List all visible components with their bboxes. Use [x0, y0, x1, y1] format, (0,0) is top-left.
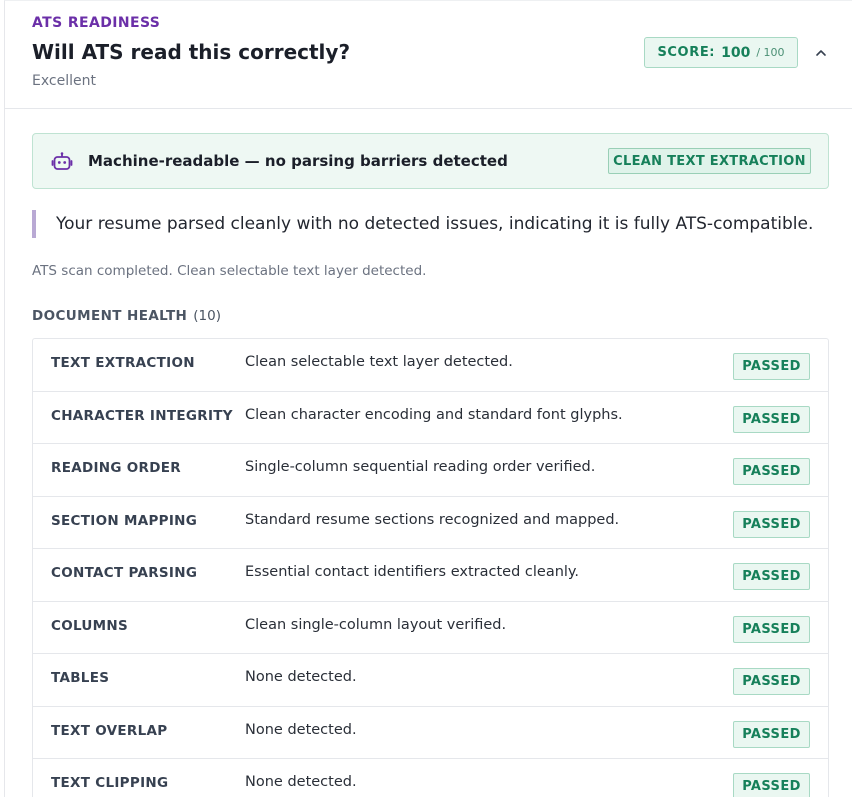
check-name: TABLES [51, 670, 110, 686]
table-row: READING ORDER Single-column sequential re… [33, 444, 828, 497]
check-description: None detected. [245, 721, 357, 738]
table-row: TABLES None detected. PASSED [33, 654, 828, 707]
status-badge: PASSED [733, 353, 810, 380]
status-badge: PASSED [733, 563, 810, 590]
summary-quote: Your resume parsed cleanly with no detec… [32, 210, 822, 238]
banner-message: Machine-readable — no parsing barriers d… [88, 152, 508, 170]
check-name: TEXT EXTRACTION [51, 355, 195, 371]
robot-icon [51, 152, 73, 170]
score-label: SCORE: [657, 45, 716, 60]
status-badge: PASSED [733, 615, 810, 643]
status-badge: PASSED [733, 773, 810, 797]
table-row: TEXT EXTRACTION Clean selectable text lay… [33, 339, 828, 392]
check-description: Standard resume sections recognized and … [245, 511, 620, 528]
check-name: CHARACTER INTEGRITY [51, 407, 233, 424]
status-badge: PASSED [733, 720, 810, 748]
check-name: COLUMNS [51, 617, 129, 634]
table-row: CHARACTER INTEGRITY Clean character encod… [33, 392, 828, 444]
status-badge: PASSED [733, 668, 810, 695]
ats-readiness-panel: ATS READINESS Will ATS read this correct… [4, 0, 852, 797]
collapse-button[interactable] [811, 43, 831, 63]
table-row: SECTION MAPPING Standard resume sections … [33, 497, 828, 549]
panel-header[interactable]: ATS READINESS Will ATS read this correct… [5, 1, 852, 109]
check-description: Clean character encoding and standard fo… [245, 406, 623, 423]
chevron-up-icon [816, 50, 826, 56]
machine-readable-banner: Machine-readable — no parsing barriers d… [32, 133, 829, 189]
table-row: COLUMNS Clean single-column layout verifi… [33, 602, 828, 654]
scan-status: ATS scan completed. Clean selectable tex… [32, 263, 427, 279]
status-badge: PASSED [733, 458, 810, 485]
table-row: CONTACT PARSING Essential contact identif… [33, 549, 828, 602]
table-row: TEXT OVERLAP None detected. PASSED [33, 707, 828, 759]
score-rating: Excellent [32, 73, 96, 89]
check-name: READING ORDER [51, 460, 181, 476]
check-name: SECTION MAPPING [51, 512, 198, 529]
document-health-count: (10) [193, 308, 221, 324]
check-description: None detected. [245, 669, 357, 685]
table-row: TEXT CLIPPING None detected. PASSED [33, 759, 828, 797]
check-description: None detected. [245, 774, 357, 790]
document-health-heading: DOCUMENT HEALTH (10) [32, 308, 221, 324]
score-max: / 100 [756, 46, 785, 59]
status-badge: PASSED [733, 405, 810, 433]
check-name: TEXT OVERLAP [51, 722, 168, 739]
check-name: TEXT CLIPPING [51, 775, 169, 791]
clean-text-badge: CLEAN TEXT EXTRACTION [608, 148, 811, 174]
check-description: Clean single-column layout verified. [245, 616, 507, 633]
score-value: 100 [721, 44, 751, 61]
document-health-table: TEXT EXTRACTION Clean selectable text lay… [32, 338, 829, 797]
check-name: CONTACT PARSING [51, 565, 198, 581]
section-eyebrow: ATS READINESS [32, 15, 161, 31]
check-description: Single-column sequential reading order v… [245, 459, 596, 475]
panel-title: Will ATS read this correctly? [32, 40, 351, 64]
score-badge: SCORE: 100 / 100 [644, 37, 798, 68]
document-health-title: DOCUMENT HEALTH [32, 308, 188, 324]
check-description: Essential contact identifiers extracted … [245, 564, 580, 580]
check-description: Clean selectable text layer detected. [245, 354, 513, 370]
status-badge: PASSED [733, 510, 810, 538]
